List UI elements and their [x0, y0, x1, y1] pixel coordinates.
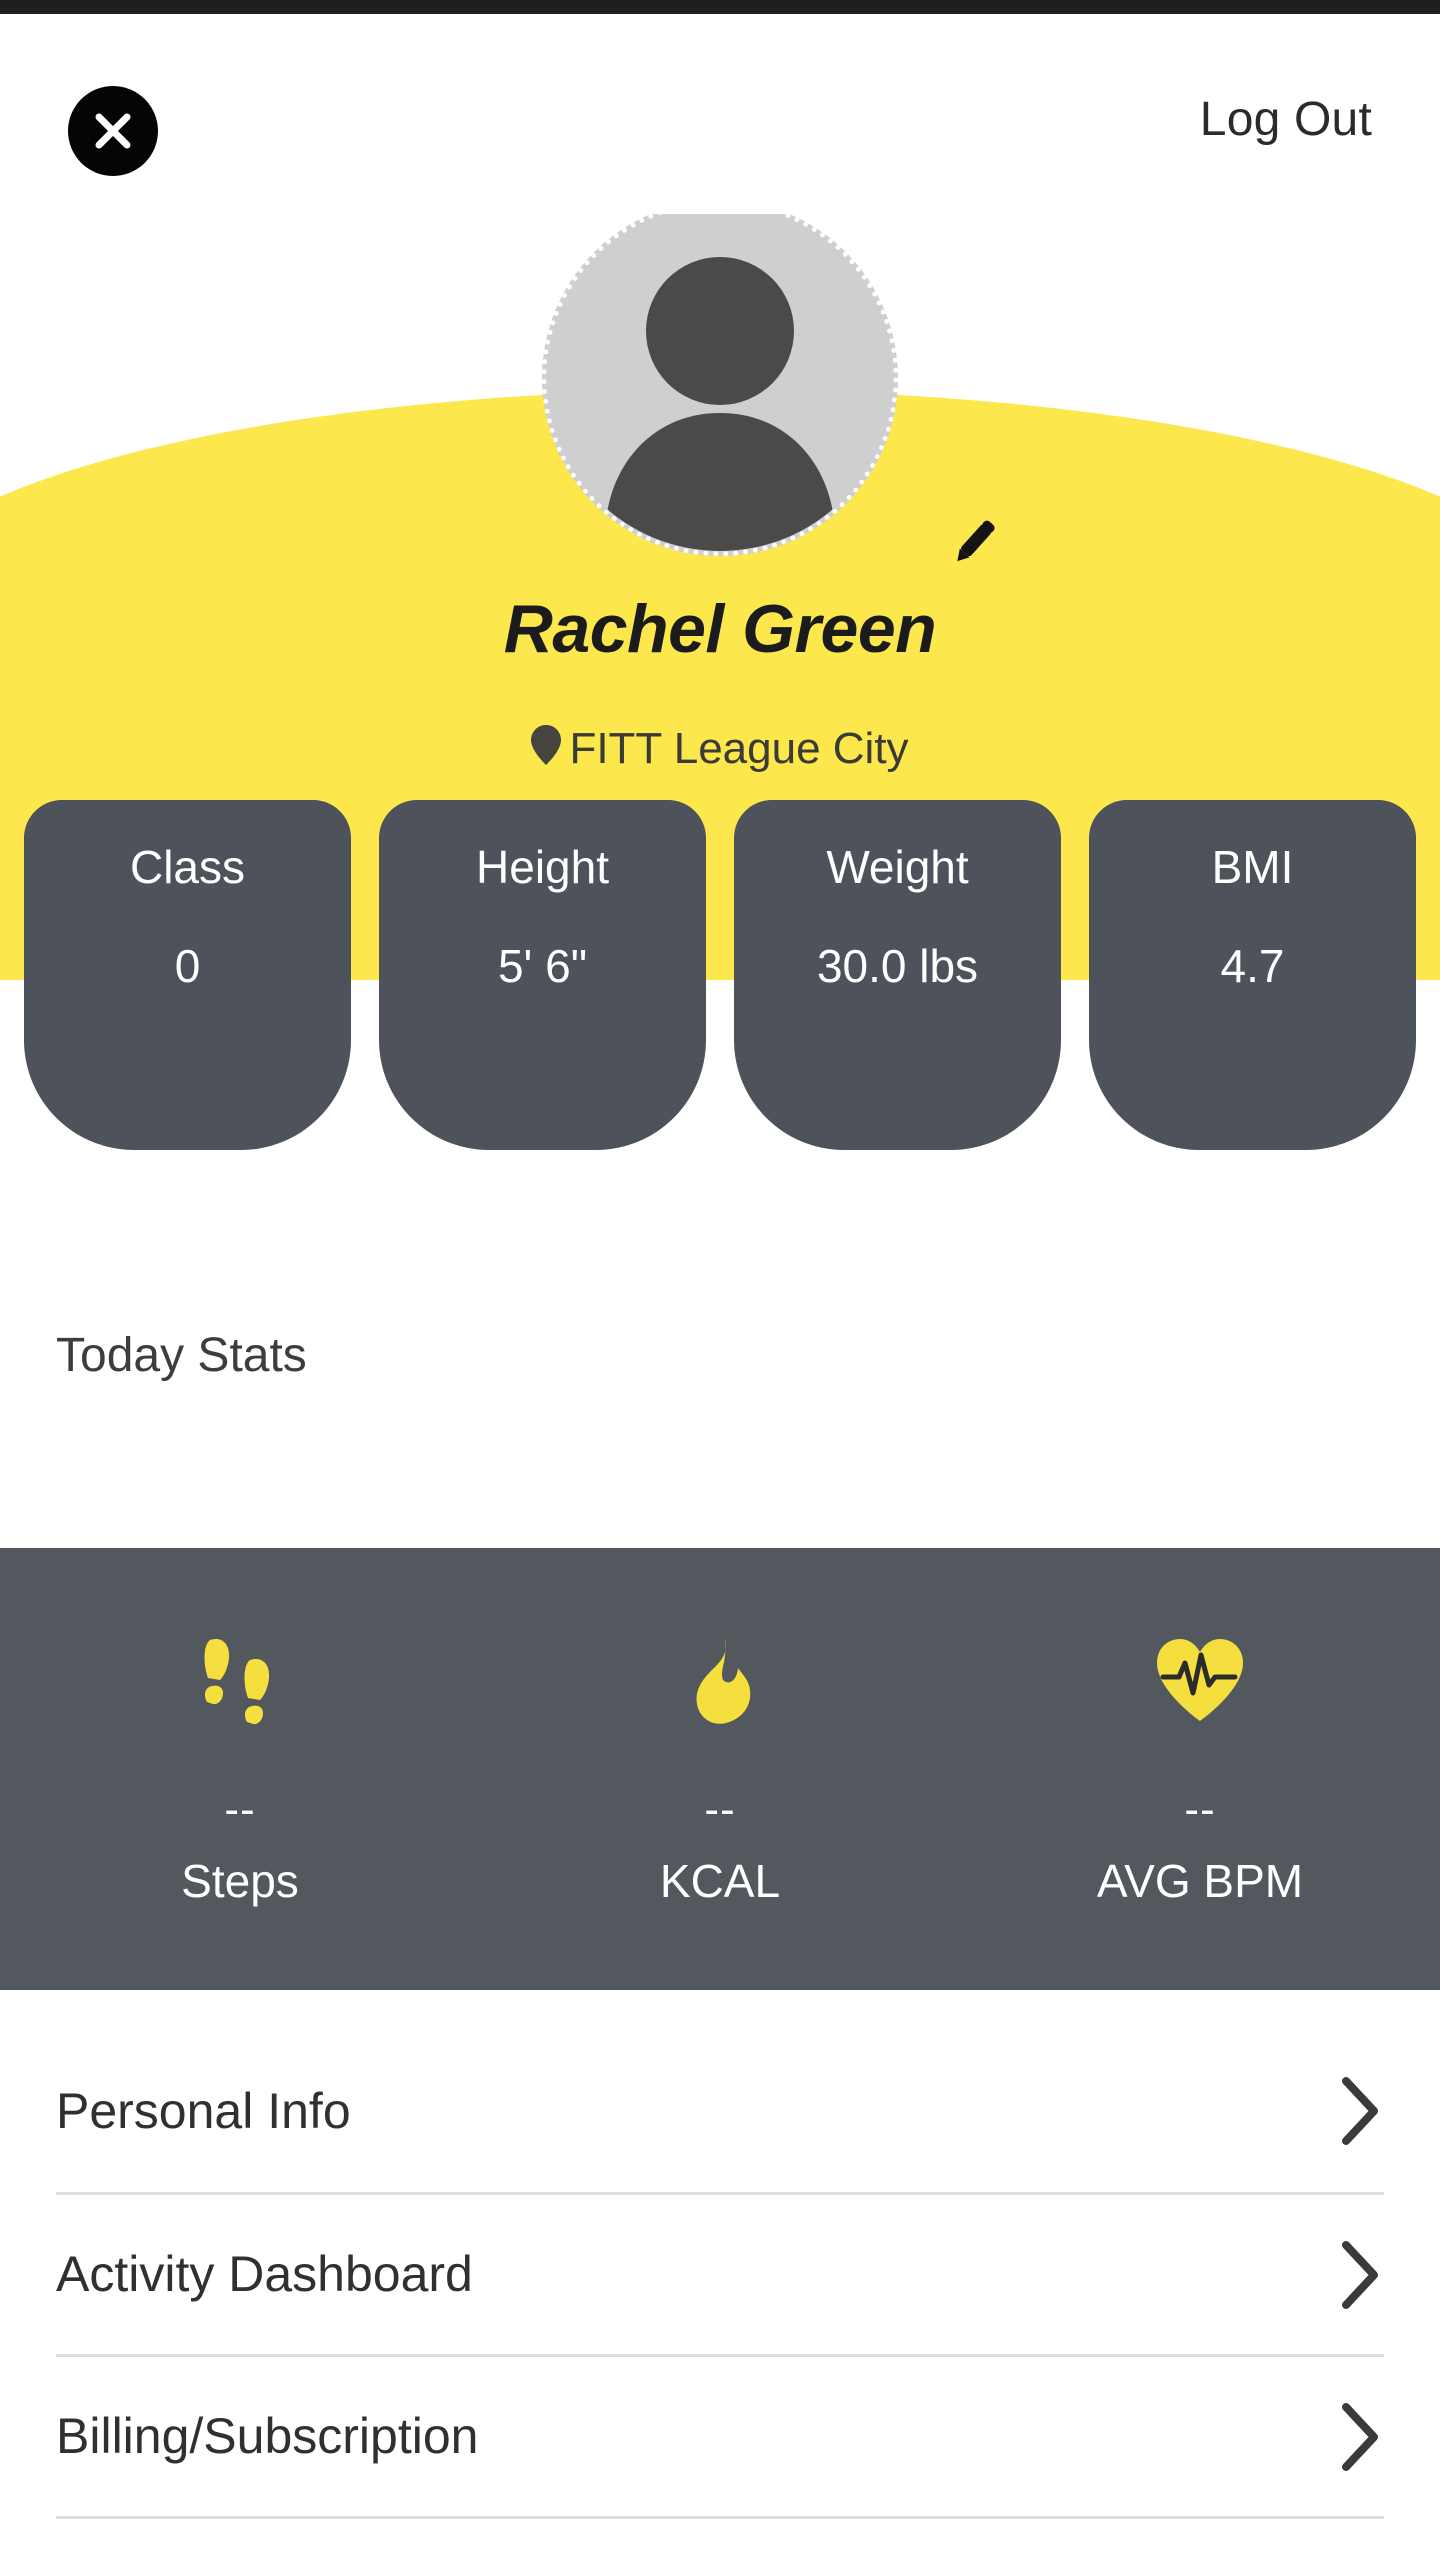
- avatar-circle: [542, 200, 898, 556]
- menu-item-activity-dashboard[interactable]: Activity Dashboard: [56, 2192, 1384, 2354]
- settings-menu: Personal Info Activity Dashboard Billing…: [0, 2030, 1440, 2519]
- stats-label: KCAL: [659, 1855, 781, 1907]
- stat-card-value: 30.0 lbs: [816, 939, 979, 992]
- chevron-right-icon: [1338, 2239, 1384, 2311]
- menu-item-billing-subscription[interactable]: Billing/Subscription: [56, 2354, 1384, 2516]
- edit-profile-button[interactable]: [938, 508, 1008, 578]
- profile-screen: Log Out Rachel Green FITT League City Cl…: [0, 0, 1440, 2560]
- stats-label: Steps: [181, 1855, 299, 1907]
- location-pin-icon: [531, 725, 562, 777]
- stat-card-value: 5' 6": [497, 939, 588, 992]
- profile-stat-cards: Class 0 Height 5' 6" Weight 30.0 lbs BMI…: [24, 800, 1416, 1150]
- stat-card-value: 4.7: [1220, 939, 1285, 992]
- top-bar: Log Out: [0, 14, 1440, 214]
- avatar[interactable]: [542, 200, 898, 556]
- logout-button[interactable]: Log Out: [1200, 96, 1372, 144]
- profile-location-label: FITT League City: [569, 724, 909, 773]
- stat-card-class[interactable]: Class 0: [24, 800, 351, 1150]
- stat-card-label: BMI: [1211, 841, 1294, 893]
- stats-value: --: [224, 1785, 256, 1834]
- menu-item-label: Billing/Subscription: [56, 2408, 479, 2464]
- stat-card-bmi[interactable]: BMI 4.7: [1089, 800, 1416, 1150]
- page-title: Rachel Green: [503, 591, 937, 667]
- default-avatar-person-icon: [607, 257, 833, 551]
- close-icon: [95, 113, 131, 149]
- close-button[interactable]: [68, 86, 158, 176]
- stat-card-label: Weight: [826, 841, 969, 893]
- footsteps-icon: [198, 1634, 282, 1726]
- menu-item-label: Activity Dashboard: [56, 2246, 473, 2302]
- stats-cell-steps[interactable]: -- Steps: [0, 1634, 480, 1904]
- chevron-right-icon: [1338, 2401, 1384, 2473]
- stats-cell-kcal[interactable]: -- KCAL: [480, 1634, 960, 1904]
- status-bar: [0, 0, 1440, 14]
- flame-icon: [684, 1634, 756, 1726]
- menu-divider: [56, 2516, 1384, 2519]
- stat-card-value: 0: [174, 939, 201, 992]
- heart-pulse-icon: [1153, 1634, 1247, 1726]
- stat-card-weight[interactable]: Weight 30.0 lbs: [734, 800, 1061, 1150]
- stats-value: --: [1184, 1785, 1216, 1834]
- profile-location: FITT League City: [0, 724, 1440, 777]
- pencil-edit-icon: [957, 520, 995, 562]
- menu-item-personal-info[interactable]: Personal Info: [56, 2030, 1384, 2192]
- stats-value: --: [704, 1785, 736, 1834]
- stats-cell-avg-bpm[interactable]: -- AVG BPM: [960, 1634, 1440, 1904]
- menu-item-label: Personal Info: [56, 2082, 351, 2139]
- today-stats-heading: Today Stats: [56, 1329, 307, 1382]
- chevron-right-icon: [1338, 2075, 1384, 2147]
- stat-card-height[interactable]: Height 5' 6": [379, 800, 706, 1150]
- today-stats-bar: -- Steps -- KCAL -- AVG BPM: [0, 1548, 1440, 1990]
- stats-label: AVG BPM: [1096, 1855, 1304, 1907]
- stat-card-label: Height: [476, 841, 609, 893]
- stat-card-label: Class: [129, 841, 246, 893]
